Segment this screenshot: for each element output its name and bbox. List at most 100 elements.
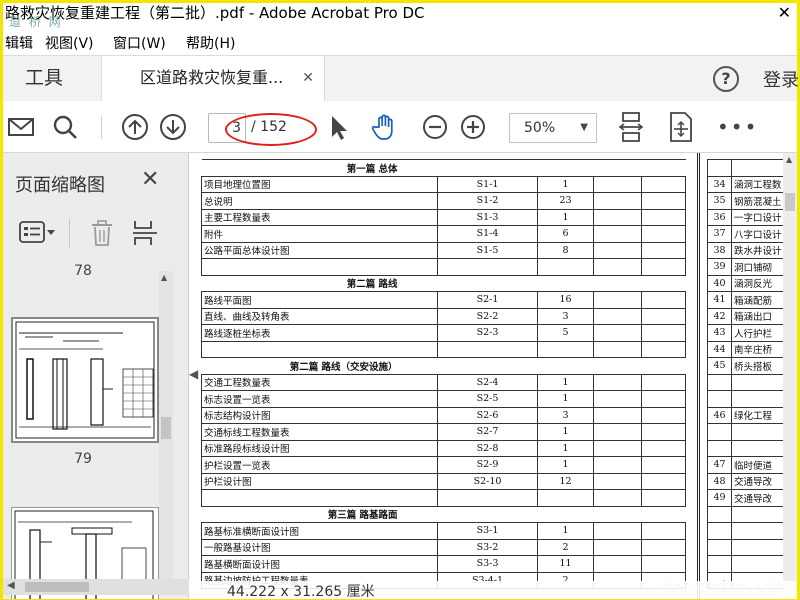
- zoom-in-icon[interactable]: [459, 113, 487, 141]
- table-cell: [641, 307, 686, 325]
- table-cell: [437, 159, 538, 177]
- horizontal-scrollbar[interactable]: ◀: [3, 579, 189, 595]
- scroll-up-icon[interactable]: ▲: [786, 155, 792, 164]
- table-row: 42 箱涵出口: [707, 307, 784, 325]
- tab-close-icon[interactable]: ✕: [302, 56, 314, 100]
- table-row: [707, 522, 784, 540]
- login-button[interactable]: 登录: [763, 66, 799, 92]
- table-cell: [641, 505, 686, 523]
- scrollbar-thumb[interactable]: [25, 582, 89, 592]
- table-cell: S2-6: [437, 406, 538, 424]
- search-icon[interactable]: [51, 113, 79, 141]
- insert-page-icon[interactable]: [131, 219, 159, 247]
- table-cell: 45: [707, 357, 732, 375]
- tab-document-label: 区道路救灾恢复重...: [140, 68, 284, 87]
- document-view[interactable]: ◀ 第一篇 总体 项目地理位置图 S1-1 1 总说明 S1-2 23 主要工程数量表 S1-3…: [189, 153, 797, 599]
- zoom-out-icon[interactable]: [421, 113, 449, 141]
- select-cursor-icon[interactable]: [325, 113, 353, 141]
- table-row: 39 洞口铺砌: [707, 258, 784, 276]
- table-row: 38 跌水井设计: [707, 241, 784, 259]
- table-cell: 交通导改: [731, 489, 784, 507]
- zoom-level-select[interactable]: 50% ▼: [509, 113, 597, 143]
- document-scrollbar[interactable]: ▲: [783, 153, 797, 599]
- panel-close-icon[interactable]: ✕: [141, 167, 159, 192]
- table-cell: 6: [537, 225, 594, 243]
- table-row: 35 钢筋混凝土: [707, 192, 784, 210]
- table-cell: 42: [707, 307, 732, 325]
- fit-width-icon[interactable]: [617, 111, 645, 143]
- table-row: 项目地理位置图 S1-1 1: [201, 175, 686, 193]
- table-row: 标志设置一览表 S2-5 1: [201, 390, 686, 408]
- table-cell: [593, 538, 642, 556]
- table-row: [707, 390, 784, 408]
- hand-tool-icon[interactable]: [371, 113, 399, 141]
- table-cell: [641, 175, 686, 193]
- table-cell: [641, 373, 686, 391]
- page-up-icon[interactable]: [121, 113, 149, 141]
- table-cell: S2-5: [437, 390, 538, 408]
- more-options-icon[interactable]: •••: [717, 115, 758, 139]
- page-divider: [697, 153, 700, 599]
- window-close-button[interactable]: ✕: [778, 3, 791, 23]
- table-cell: [437, 357, 538, 375]
- page-down-icon[interactable]: [159, 113, 187, 141]
- table-cell: 38: [707, 241, 732, 259]
- table-cell: [537, 357, 594, 375]
- toolbar: 3 / 152 50% ▼ •••: [3, 101, 797, 153]
- table-row: 附件 S1-4 6: [201, 225, 686, 243]
- thumbnail-options-icon[interactable]: [19, 219, 57, 247]
- table-cell: 第三篇 路基路面: [201, 505, 438, 523]
- email-icon[interactable]: [7, 113, 35, 141]
- thumbnail-scrollbar[interactable]: ▲: [159, 271, 173, 589]
- table-row: 37 八字口设计: [707, 225, 784, 243]
- delete-page-icon[interactable]: [89, 219, 115, 247]
- table-cell: 八字口设计: [731, 225, 784, 243]
- table-cell: [731, 373, 784, 391]
- table-cell: [593, 291, 642, 309]
- zoom-level-value: 50%: [524, 120, 556, 136]
- table-row: 第二篇 路线: [201, 274, 686, 292]
- table-cell: [641, 522, 686, 540]
- table-cell: [437, 505, 538, 523]
- table-cell: 48: [707, 472, 732, 490]
- table-row: 路基横断面设计图 S3-3 11: [201, 555, 686, 573]
- tab-tools[interactable]: 工具: [3, 56, 101, 102]
- menu-edit[interactable]: 辑辑: [5, 33, 33, 53]
- scrollbar-thumb[interactable]: [785, 193, 795, 211]
- table-cell: 39: [707, 258, 732, 276]
- table-cell: 交通标线工程数量表: [201, 423, 438, 441]
- table-cell: 1: [537, 175, 594, 193]
- page-thumbnail-79[interactable]: [11, 317, 159, 443]
- table-cell: [593, 324, 642, 342]
- scrollbar-thumb[interactable]: [161, 417, 171, 439]
- table-row: [707, 505, 784, 523]
- window-title-bar: 路救灾恢复重建工程（第二批）.pdf - Adobe Acrobat Pro D…: [3, 3, 797, 25]
- table-cell: [593, 489, 642, 507]
- table-cell: [641, 555, 686, 573]
- help-icon[interactable]: ?: [713, 66, 739, 92]
- collapse-panel-icon[interactable]: ◀: [189, 367, 198, 381]
- table-cell: 3: [537, 406, 594, 424]
- table-cell: 44: [707, 340, 732, 358]
- table-cell: 第二篇 路线（交安设施）: [201, 357, 438, 375]
- table-cell: 5: [537, 324, 594, 342]
- tab-document[interactable]: 区道路救灾恢复重... ✕: [101, 56, 325, 102]
- table-row: [707, 159, 784, 177]
- full-screen-icon[interactable]: [667, 111, 695, 143]
- table-row: [201, 258, 686, 276]
- menu-view[interactable]: 视图(V): [45, 33, 94, 53]
- table-cell: 35: [707, 192, 732, 210]
- table-cell: [593, 258, 642, 276]
- scroll-left-icon[interactable]: ◀: [7, 580, 15, 591]
- menu-help[interactable]: 帮助(H): [186, 33, 235, 53]
- table-row: 标志结构设计图 S2-6 3: [201, 406, 686, 424]
- menu-window[interactable]: 窗口(W): [113, 33, 166, 53]
- table-cell: 主要工程数量表: [201, 208, 438, 226]
- table-row: 第一篇 总体: [201, 159, 686, 177]
- table-cell: [707, 423, 732, 441]
- table-row: 交通工程数量表 S2-4 1: [201, 373, 686, 391]
- table-cell: [731, 159, 784, 177]
- table-cell: S2-3: [437, 324, 538, 342]
- table-row: [707, 555, 784, 573]
- scroll-up-icon[interactable]: ▲: [161, 273, 167, 282]
